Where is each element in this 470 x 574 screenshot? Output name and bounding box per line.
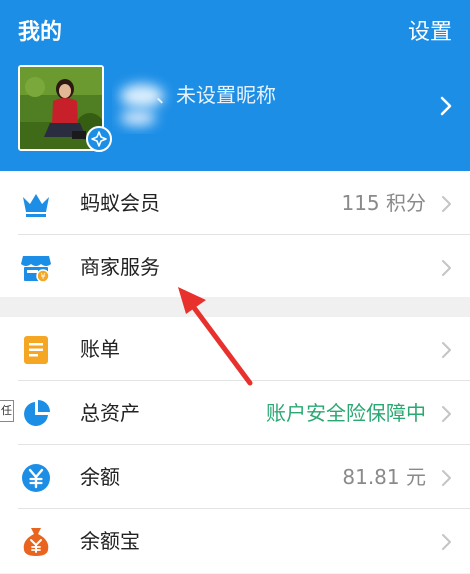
- crown-icon: [20, 188, 52, 220]
- list-item-label: 余额宝: [80, 529, 140, 553]
- list-item-balance[interactable]: 余额 81.81 元: [0, 445, 470, 509]
- profile-header: 我的 设置 、未设置昵称: [0, 0, 470, 171]
- points-value: 115 积分: [341, 191, 426, 215]
- chevron-right-icon: [439, 532, 453, 552]
- chevron-right-icon: [439, 404, 453, 424]
- chevron-right-icon[interactable]: [437, 95, 455, 117]
- list-item-label: 账单: [80, 337, 120, 361]
- list-section-assets: 账单 总资产 账户安全险保障中 余额 81.81 元 余额宝: [0, 317, 470, 573]
- verified-badge-icon: [86, 126, 112, 152]
- insurance-status-text: 账户安全险保障中: [266, 401, 426, 425]
- list-item-label: 商家服务: [80, 255, 160, 279]
- money-bag-icon: [20, 526, 52, 558]
- bill-icon: [20, 334, 52, 366]
- chevron-right-icon: [439, 258, 453, 278]
- list-item-yuebao[interactable]: 余额宝: [0, 509, 470, 573]
- settings-button[interactable]: 设置: [408, 19, 452, 47]
- list-item-label: 余额: [80, 465, 120, 489]
- yuan-coin-icon: [20, 462, 52, 494]
- list-item-label: 蚂蚁会员: [80, 191, 160, 215]
- list-item-label: 总资产: [80, 401, 140, 425]
- pie-chart-icon: [20, 398, 52, 430]
- chevron-right-icon: [439, 194, 453, 214]
- balance-value: 81.81 元: [342, 465, 426, 489]
- list-item-ant-member[interactable]: 蚂蚁会员 115 积分: [0, 171, 470, 235]
- list-item-bill[interactable]: 账单: [0, 317, 470, 381]
- page-title: 我的: [18, 20, 63, 45]
- chevron-right-icon: [439, 468, 453, 488]
- svg-text:¥: ¥: [40, 272, 45, 281]
- nickname-text[interactable]: 、未设置昵称: [156, 82, 276, 108]
- section-gap: [0, 297, 470, 317]
- profile-screen: 我的 设置 、未设置昵称 蚂蚁会员 115 积分 ¥ 商家服务 账单 总资产 账…: [0, 0, 470, 574]
- list-section-membership: 蚂蚁会员 115 积分 ¥ 商家服务: [0, 171, 470, 299]
- chevron-right-icon: [439, 340, 453, 360]
- merchant-store-icon: ¥: [20, 252, 52, 284]
- edge-tag: 任: [0, 400, 14, 422]
- list-item-merchant-service[interactable]: ¥ 商家服务: [0, 235, 470, 299]
- list-item-total-assets[interactable]: 总资产 账户安全险保障中: [0, 381, 470, 445]
